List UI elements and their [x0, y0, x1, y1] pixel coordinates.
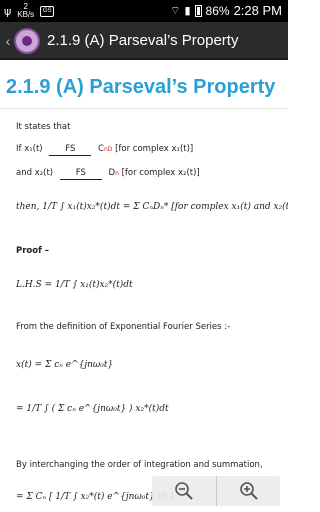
status-right: ⌔ ▮ 86% 2:28 PM: [170, 3, 282, 18]
doc-equation: = 1/T ∫ ( Σ cₙ e^{jnω₀t} ) x₂*(t)dt: [16, 404, 169, 414]
clock: 2:28 PM: [233, 3, 282, 18]
action-bar-title: 2.1.9 (A) Parseval’s Property: [47, 32, 239, 49]
usb-icon: ψ: [4, 4, 12, 18]
action-bar: ‹ 2.1.9 (A) Parseval’s Property: [0, 22, 288, 60]
doc-line: If x₁(t) FS CnD [for complex x₁(t)]: [16, 144, 194, 156]
fs-arrow: FS: [49, 144, 92, 156]
doc-line: By interchanging the order of integratio…: [16, 460, 263, 470]
back-icon[interactable]: ‹: [2, 31, 14, 51]
zoom-in-icon: [239, 482, 258, 500]
zoom-out-button[interactable]: [152, 476, 216, 506]
title-divider: [0, 108, 288, 109]
wifi-icon: ⌔: [170, 3, 181, 17]
app-logo[interactable]: [14, 28, 40, 54]
page-title: 2.1.9 (A) Parseval’s Property: [6, 76, 276, 98]
doc-line: It states that: [16, 122, 71, 132]
doc-line: and x₂(t) FS Dn [for complex x₂(t)]: [16, 168, 200, 180]
network-speed: 2 KB/s: [17, 2, 35, 19]
doc-equation: L.H.S = 1/T ∫ x₁(t)x₂*(t)dt: [16, 280, 133, 290]
status-left: ψ 2 KB/s GS: [4, 2, 55, 19]
status-bar: ψ 2 KB/s GS ⌔ ▮ 86% 2:28 PM: [0, 0, 288, 22]
zoom-controls: [152, 476, 280, 506]
notification-icon: GS: [40, 5, 55, 17]
battery-level: 86%: [205, 3, 230, 18]
battery-icon: [194, 4, 202, 17]
doc-equation: then, 1/T ∫ x₁(t)x₂*(t)dt = Σ CₙDₙ* [for…: [16, 202, 288, 212]
fs-arrow: FS: [59, 168, 102, 180]
signal-icon: ▮: [184, 4, 191, 17]
content-area[interactable]: 2.1.9 (A) Parseval’s Property It states …: [0, 60, 288, 512]
zoom-out-icon: [175, 482, 193, 500]
doc-line: From the definition of Exponential Fouri…: [16, 322, 231, 332]
doc-equation: = Σ Cₙ [ 1/T ∫ x₂*(t) e^{jnω₀t} dt ]: [16, 492, 174, 502]
doc-heading: Proof –: [16, 246, 50, 256]
zoom-in-button[interactable]: [216, 476, 280, 506]
doc-equation: x(t) = Σ cₙ e^{jnω₀t}: [16, 360, 114, 370]
